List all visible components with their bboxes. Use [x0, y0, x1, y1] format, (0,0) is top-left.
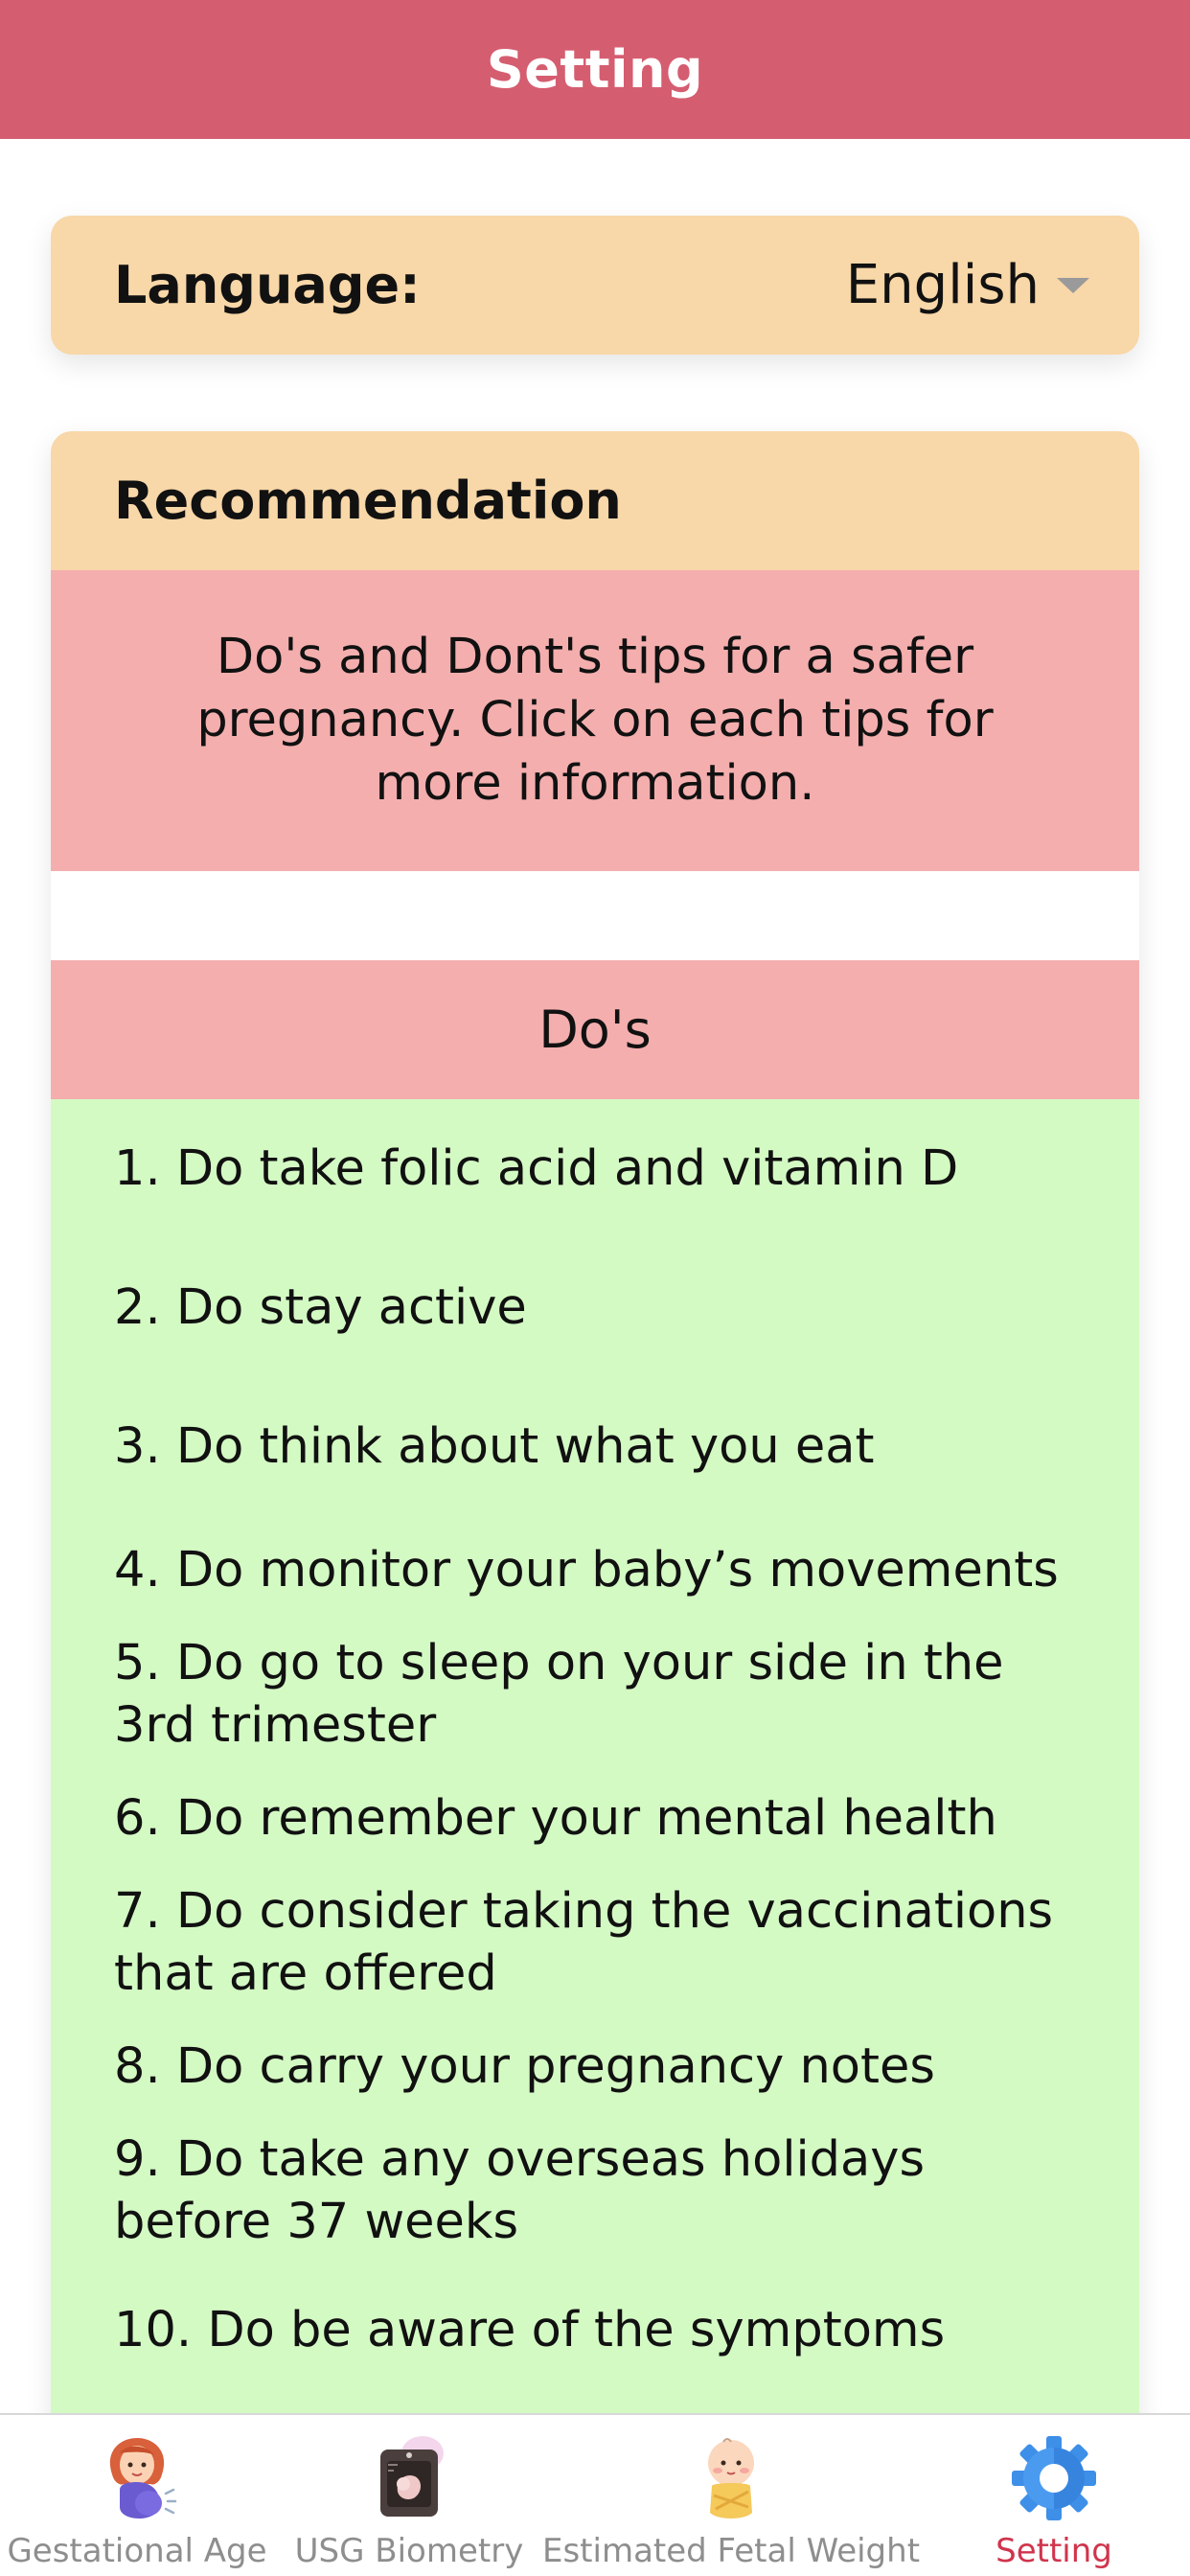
tab-usg-biometry[interactable]: USG Biometry	[274, 2415, 544, 2576]
dos-item[interactable]: 7. Do consider taking the vaccinations t…	[51, 1873, 1139, 2012]
dos-item[interactable]: 8. Do carry your pregnancy notes	[51, 2012, 1139, 2121]
language-card: Language: English	[51, 216, 1139, 355]
tab-gestational-age[interactable]: Gestational Age	[0, 2415, 274, 2576]
language-selected-value: English	[845, 254, 1040, 316]
dos-section-header: Do's	[51, 960, 1139, 1099]
language-dropdown[interactable]: English	[846, 254, 1089, 316]
section-spacer	[51, 871, 1139, 960]
baby-icon	[708, 2438, 754, 2518]
dos-item[interactable]: 1. Do take folic acid and vitamin D	[51, 1099, 1139, 1238]
dos-item[interactable]: 2. Do stay active	[51, 1238, 1139, 1377]
tab-label: USG Biometry	[294, 2532, 524, 2570]
recommendation-intro: Do's and Dont's tips for a safer pregnan…	[51, 570, 1139, 871]
dos-item[interactable]: 5. Do go to sleep on your side in the 3r…	[51, 1624, 1139, 1764]
tab-setting[interactable]: Setting	[918, 2415, 1190, 2576]
setting-screen: Setting Language: English Recommendation…	[0, 0, 1190, 2576]
page-title: Setting	[486, 39, 704, 100]
language-label: Language:	[114, 255, 421, 315]
recommendation-title: Recommendation	[51, 431, 1139, 570]
ultrasound-icon	[380, 2436, 444, 2517]
recommendation-card: Recommendation Do's and Dont's tips for …	[51, 431, 1139, 2576]
dos-item[interactable]: 6. Do remember your mental health	[51, 1764, 1139, 1873]
gear-icon	[1012, 2436, 1096, 2520]
pregnant-woman-icon	[109, 2438, 177, 2518]
tab-label: Setting	[995, 2532, 1112, 2570]
dos-item[interactable]: 3. Do think about what you eat	[51, 1377, 1139, 1516]
tab-estimated-fetal-weight[interactable]: Estimated Fetal Weight	[541, 2415, 921, 2576]
dos-item[interactable]: 10. Do be aware of the symptoms	[51, 2261, 1139, 2400]
app-header: Setting	[0, 0, 1190, 139]
tab-label: Gestational Age	[7, 2532, 267, 2570]
dos-item[interactable]: 4. Do monitor your baby’s movements	[51, 1516, 1139, 1624]
bottom-tab-bar: Gestational Age USG Biometry Estimated F…	[0, 2413, 1190, 2576]
chevron-down-icon	[1057, 277, 1089, 293]
dos-list: 1. Do take folic acid and vitamin D 2. D…	[51, 1099, 1139, 2576]
dos-item[interactable]: 9. Do take any overseas holidays before …	[51, 2121, 1139, 2261]
tab-label: Estimated Fetal Weight	[541, 2532, 921, 2570]
